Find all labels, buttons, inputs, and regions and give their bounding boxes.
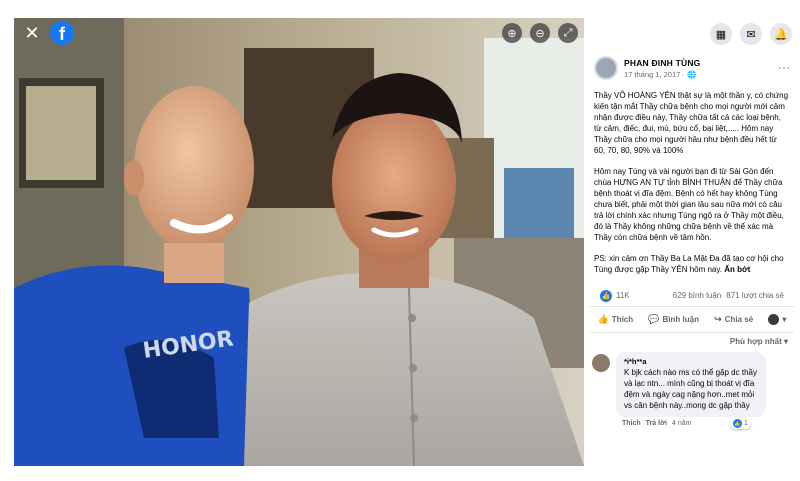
- avatar[interactable]: [594, 56, 618, 80]
- share-button[interactable]: ↪ Chia sẻ: [714, 314, 753, 325]
- post-photo: HONOR: [14, 18, 584, 466]
- post-date-text[interactable]: 17 tháng 1, 2017 ·: [624, 70, 687, 79]
- messenger-icon[interactable]: ✉: [740, 23, 762, 45]
- share-icon: ↪: [714, 314, 722, 324]
- post-author: PHAN ĐINH TÙNG 17 tháng 1, 2017 · 🌐 ···: [584, 50, 800, 80]
- reaction-count[interactable]: 11K: [616, 291, 630, 300]
- share-count[interactable]: 871 lượt chia sẻ: [726, 291, 784, 300]
- post-stats: 👍 11K 629 bình luận 871 lượt chia sẻ: [590, 285, 794, 307]
- post-side-panel: ▦ ✉ 🔔 PHAN ĐINH TÙNG 17 tháng 1, 2017 · …: [584, 18, 800, 481]
- avatar: [768, 314, 780, 325]
- post-actions: 👍 Thích 💬 Bình luận ↪ Chia sẻ ▾: [590, 307, 794, 333]
- comment-item: *i*h**a K bjk cách nào ms có thể gặp dc …: [584, 348, 800, 429]
- photo-viewer: HONOR ✕ f ⊕ ⊖ ⤢: [14, 18, 584, 466]
- like-button[interactable]: 👍 Thích: [598, 314, 634, 325]
- like-reaction-icon: 👍: [600, 289, 612, 302]
- viewer-top-bar: ✕ f: [14, 18, 584, 48]
- comment-sort-dropdown[interactable]: Phù hợp nhất ▾: [584, 333, 800, 348]
- like-icon: 👍: [597, 314, 609, 324]
- audience-selector[interactable]: ▾: [768, 314, 786, 325]
- comment-author[interactable]: *i*h**a: [624, 357, 758, 366]
- comment-like-link[interactable]: Thích: [622, 420, 641, 427]
- post-paragraph-2: Hôm nay Tùng và vài người bạn đi từ Sài …: [594, 167, 784, 242]
- avatar[interactable]: [592, 354, 610, 372]
- menu-grid-icon[interactable]: ▦: [710, 23, 732, 45]
- close-icon[interactable]: ✕: [18, 19, 46, 47]
- fullscreen-icon[interactable]: ⤢: [558, 23, 578, 43]
- facebook-photo-viewer: HONOR ✕ f ⊕ ⊖ ⤢ ▦ ✉ 🔔 PHAN ĐINH TÙNG 17 …: [0, 0, 800, 481]
- comment-time[interactable]: 4 năm: [672, 420, 691, 427]
- like-reaction-icon: 👍: [733, 419, 742, 428]
- post-paragraph-3: PS: xin cảm ơn Thầy Ba La Mật Đa đã tạo …: [594, 253, 790, 275]
- zoom-in-icon[interactable]: ⊕: [502, 23, 522, 43]
- comment-reply-link[interactable]: Trả lời: [646, 420, 667, 427]
- comment-icon: 💬: [648, 314, 660, 324]
- post-date: 17 tháng 1, 2017 · 🌐: [624, 70, 700, 79]
- comment-count[interactable]: 629 bình luận: [673, 291, 722, 300]
- facebook-logo-icon[interactable]: f: [50, 21, 74, 45]
- header-actions: ▦ ✉ 🔔: [584, 18, 800, 50]
- author-meta: PHAN ĐINH TÙNG 17 tháng 1, 2017 · 🌐: [624, 58, 700, 79]
- comment-reactions[interactable]: 👍 1: [730, 418, 751, 429]
- post-paragraph-1: Thầy VÕ HOÀNG YÊN thật sự là một thần y,…: [594, 91, 789, 155]
- share-label: Chia sẻ: [724, 315, 754, 324]
- comment-reaction-count: 1: [744, 420, 748, 427]
- comment-label: Bình luận: [662, 315, 699, 324]
- comment-bubble: *i*h**a K bjk cách nào ms có thể gặp dc …: [616, 352, 766, 417]
- post-text: Thầy VÕ HOÀNG YÊN thật sự là một thần y,…: [584, 80, 800, 275]
- comment-text: K bjk cách nào ms có thể gặp dc thầy và …: [624, 368, 757, 410]
- author-name[interactable]: PHAN ĐINH TÙNG: [624, 58, 700, 68]
- notifications-icon[interactable]: 🔔: [770, 23, 792, 45]
- chevron-down-icon: ▾: [782, 315, 787, 324]
- zoom-out-icon[interactable]: ⊖: [530, 23, 550, 43]
- comment-button[interactable]: 💬 Bình luận: [648, 314, 699, 325]
- post-paragraph-3-text: PS: xin cảm ơn Thầy Ba La Mật Đa đã tạo …: [594, 254, 784, 274]
- more-options-icon[interactable]: ···: [778, 60, 790, 74]
- globe-icon: 🌐: [686, 69, 697, 79]
- see-less-link[interactable]: Ẩn bớt: [724, 265, 750, 274]
- like-label: Thích: [611, 315, 634, 324]
- comment-meta: Thích Trả lời 4 năm: [584, 417, 800, 427]
- viewer-controls: ⊕ ⊖ ⤢: [502, 23, 578, 43]
